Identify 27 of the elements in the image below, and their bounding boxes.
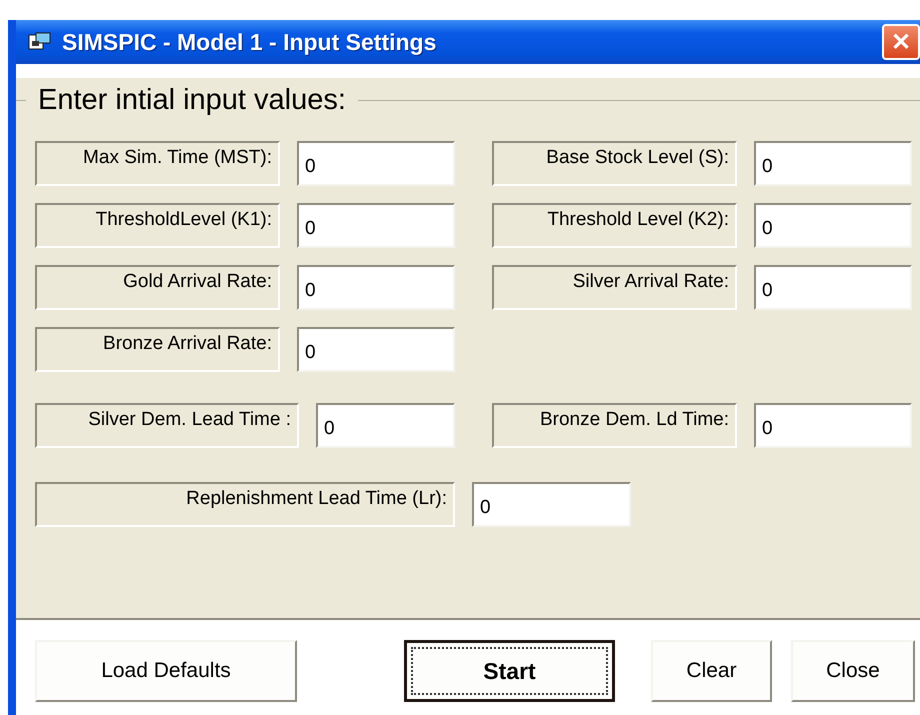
input-field[interactable]: 0 <box>297 327 455 372</box>
input-field[interactable]: 0 <box>754 203 912 248</box>
input-field[interactable]: 0 <box>316 403 455 448</box>
field-label: ThresholdLevel (K1): <box>35 203 280 248</box>
input-field[interactable]: 0 <box>297 265 455 310</box>
dialog-button[interactable]: Start <box>404 640 615 702</box>
field-label: Silver Dem. Lead Time : <box>35 403 299 448</box>
field-label: Replenishment Lead Time (Lr): <box>35 482 455 527</box>
field-label: Max Sim. Time (MST): <box>35 141 280 186</box>
input-field[interactable]: 0 <box>472 482 631 527</box>
field-label: Gold Arrival Rate: <box>35 265 280 310</box>
app-icon <box>28 32 52 52</box>
group-legend: Enter intial input values: <box>38 84 346 116</box>
input-field[interactable]: 0 <box>297 141 455 186</box>
input-field[interactable]: 0 <box>754 265 912 310</box>
field-label: Base Stock Level (S): <box>492 141 737 186</box>
field-label: Bronze Arrival Rate: <box>35 327 280 372</box>
dialog-button[interactable]: Close <box>791 640 915 702</box>
field-label: Silver Arrival Rate: <box>492 265 737 310</box>
input-field[interactable]: 0 <box>297 203 455 248</box>
window-title: SIMSPIC - Model 1 - Input Settings <box>62 28 438 56</box>
field-label: Threshold Level (K2): <box>492 203 737 248</box>
field-label: Bronze Dem. Ld Time: <box>492 403 737 448</box>
input-field[interactable]: 0 <box>754 141 912 186</box>
dialog-button[interactable]: Clear <box>651 640 772 702</box>
dialog-button[interactable]: Load Defaults <box>35 640 297 702</box>
input-field[interactable]: 0 <box>754 403 912 448</box>
